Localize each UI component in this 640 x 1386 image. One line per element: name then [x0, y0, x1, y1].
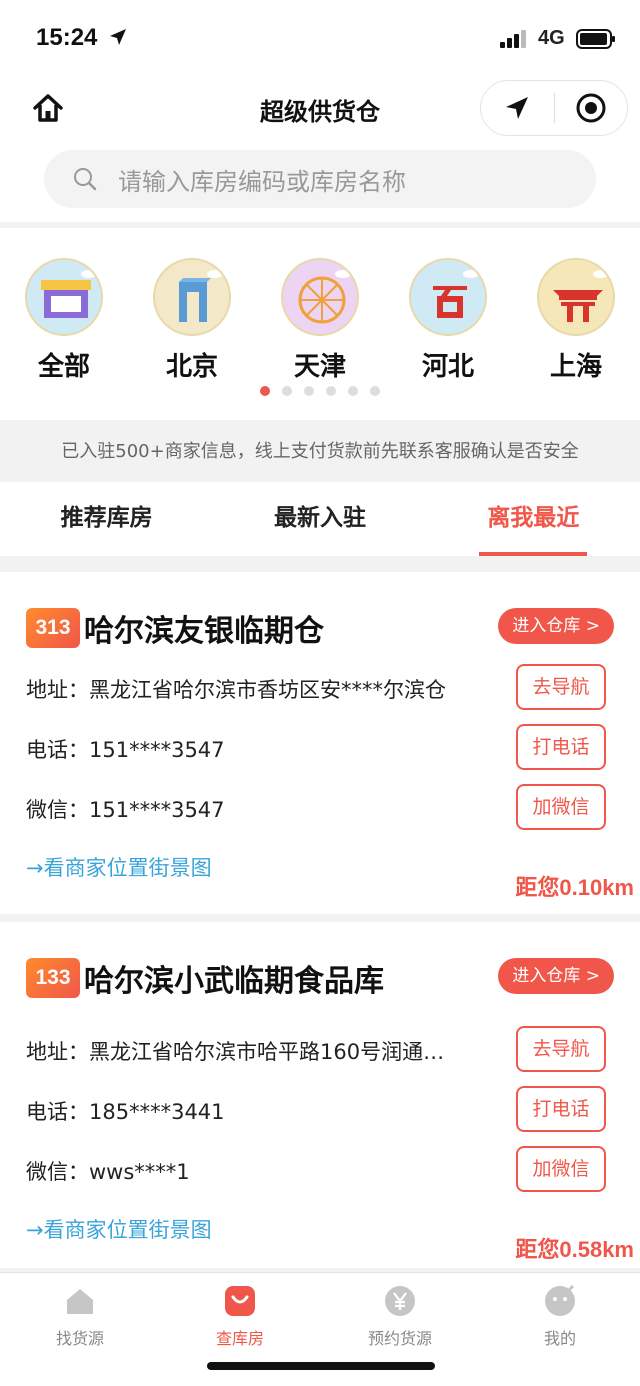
- warehouse-wechat: 微信：151****3547: [26, 798, 225, 822]
- network-type: 4G: [538, 27, 565, 49]
- beijing-cctv-building-icon: [153, 258, 231, 336]
- distance-label: 距您0.58km: [515, 1237, 634, 1262]
- street-view-link[interactable]: →看商家位置街景图: [26, 852, 212, 882]
- carousel-dots: [0, 386, 640, 396]
- home-icon: [62, 1283, 98, 1319]
- tabbar-mine[interactable]: 我的: [480, 1273, 640, 1386]
- tabbar-find-goods[interactable]: 找货源: [0, 1273, 160, 1386]
- warehouse-tabs: 推荐库房 最新入驻 离我最近: [0, 482, 640, 556]
- carousel-dot[interactable]: [304, 386, 314, 396]
- shanghai-china-pavilion-icon: [537, 258, 615, 336]
- header: 超级供货仓 请输入库房编码或库房名称: [0, 76, 640, 222]
- carousel-dot[interactable]: [260, 386, 270, 396]
- category-tianjin[interactable]: 天津: [280, 258, 360, 383]
- warehouse-address: 地址：黑龙江省哈尔滨市香坊区安****尔滨仓: [26, 678, 446, 702]
- status-bar: 15:24 4G: [0, 0, 640, 76]
- warehouse-name: 哈尔滨小武临期食品库: [84, 964, 384, 999]
- warehouse-header: 313 哈尔滨友银临期仓: [26, 606, 324, 650]
- navigation-arrow-icon: [506, 97, 529, 119]
- location-button[interactable]: [481, 80, 554, 136]
- search-input[interactable]: 请输入库房编码或库房名称: [44, 150, 596, 208]
- call-button[interactable]: 打电话: [516, 724, 606, 770]
- warehouse-address: 地址：黑龙江省哈尔滨市哈平路160号润通…: [26, 1040, 445, 1064]
- warehouse-card: 313 哈尔滨友银临期仓 进入仓库 > 地址：黑龙江省哈尔滨市香坊区安****尔…: [0, 572, 640, 914]
- category-label: 上海: [549, 352, 602, 382]
- warehouse-phone: 电话：151****3547: [26, 738, 225, 762]
- tab-recommended[interactable]: 推荐库房: [0, 482, 213, 556]
- warehouse-card: 133 哈尔滨小武临期食品库 进入仓库 > 地址：黑龙江省哈尔滨市哈平路160号…: [0, 922, 640, 1268]
- carousel-dot[interactable]: [326, 386, 336, 396]
- category-label: 全部: [37, 352, 90, 382]
- enter-warehouse-button[interactable]: 进入仓库 >: [498, 608, 614, 644]
- add-wechat-button[interactable]: 加微信: [516, 784, 606, 830]
- tab-nearest[interactable]: 离我最近: [427, 482, 640, 556]
- category-beijing[interactable]: 北京: [152, 258, 232, 383]
- storefront-icon: [25, 258, 103, 336]
- warehouse-wechat: 微信：wws****1: [26, 1160, 190, 1184]
- add-wechat-button[interactable]: 加微信: [516, 1146, 606, 1192]
- distance-label: 距您0.10km: [515, 875, 634, 900]
- search-icon: [74, 168, 97, 191]
- category-label: 北京: [165, 352, 218, 382]
- category-hebei[interactable]: 河北: [408, 258, 488, 383]
- safety-notice: 已入驻500+商家信息，线上支付货款前先联系客服确认是否安全: [0, 424, 640, 480]
- navigate-button[interactable]: 去导航: [516, 664, 606, 710]
- warehouse-code-badge: 133: [26, 958, 80, 998]
- call-button[interactable]: 打电话: [516, 1086, 606, 1132]
- enter-warehouse-button[interactable]: 进入仓库 >: [498, 958, 614, 994]
- location-arrow-icon: [110, 29, 126, 45]
- category-label: 天津: [293, 352, 346, 382]
- carousel-dot[interactable]: [348, 386, 358, 396]
- shopping-bag-icon: [222, 1283, 258, 1319]
- home-indicator: [207, 1362, 435, 1370]
- category-label: 河北: [421, 352, 474, 382]
- navigate-button[interactable]: 去导航: [516, 1026, 606, 1072]
- yen-coin-icon: [382, 1283, 418, 1319]
- tabbar-label: 预约货源: [367, 1329, 432, 1348]
- tabbar-label: 查库房: [215, 1329, 264, 1348]
- battery-icon: [576, 29, 615, 49]
- carousel-dot[interactable]: [370, 386, 380, 396]
- category-all[interactable]: 全部: [24, 258, 104, 383]
- tab-newest[interactable]: 最新入驻: [213, 482, 426, 556]
- carousel-dot[interactable]: [282, 386, 292, 396]
- street-view-link[interactable]: →看商家位置街景图: [26, 1214, 212, 1244]
- hebei-emblem-icon: [409, 258, 487, 336]
- tabbar-label: 找货源: [55, 1329, 104, 1348]
- mini-program-capsule: [480, 80, 628, 136]
- warehouse-code-badge: 313: [26, 608, 80, 648]
- search-placeholder: 请输入库房编码或库房名称: [118, 167, 406, 196]
- tabbar-label: 我的: [543, 1329, 576, 1348]
- tianjin-ferris-wheel-icon: [281, 258, 359, 336]
- target-circle-icon: [576, 93, 606, 123]
- signal-icon: [500, 30, 526, 48]
- warehouse-header: 133 哈尔滨小武临期食品库: [26, 956, 384, 1000]
- profile-face-icon: [542, 1283, 578, 1319]
- category-shanghai[interactable]: 上海: [536, 258, 616, 383]
- warehouse-phone: 电话：185****3441: [26, 1100, 225, 1124]
- warehouse-name: 哈尔滨友银临期仓: [84, 614, 324, 649]
- status-time: 15:24: [36, 24, 98, 51]
- close-mini-program-button[interactable]: [555, 80, 628, 136]
- region-carousel: 全部 北京 天津 河北 上海: [0, 228, 640, 420]
